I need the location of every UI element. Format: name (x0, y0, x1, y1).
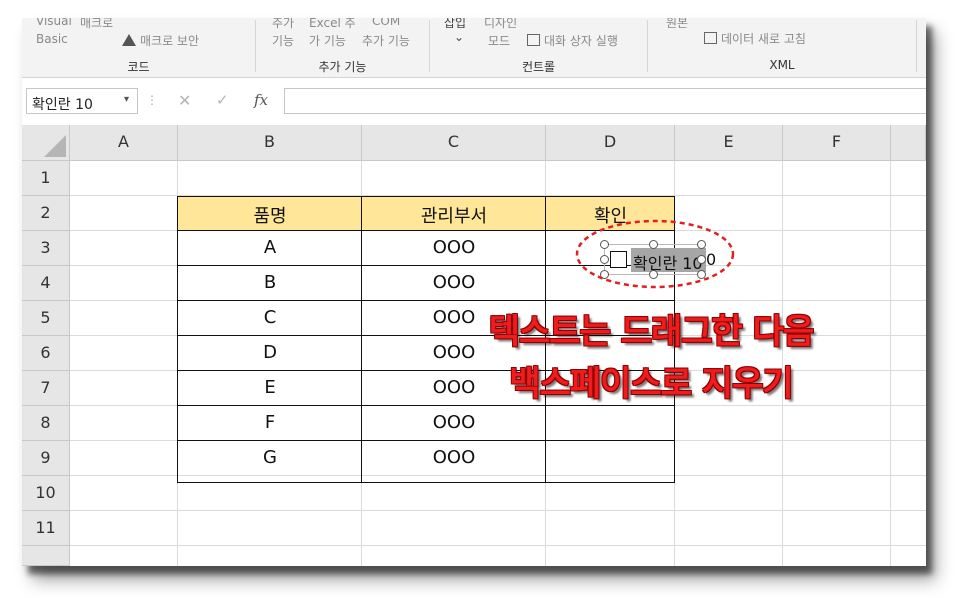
refresh-data-label: 데이터 새로 고침 (721, 32, 806, 46)
formula-bar-grip-icon[interactable]: ⋮ (146, 93, 158, 107)
column-header-f[interactable]: F (783, 125, 891, 161)
name-box-dropdown-icon[interactable]: ▾ (124, 94, 129, 105)
column-header-c[interactable]: C (362, 125, 546, 161)
cell-item-name[interactable]: F (178, 412, 362, 433)
run-dialog-button[interactable]: 대화 상자 실행 (527, 32, 618, 49)
design-mode-button-line2[interactable]: 모드 (488, 32, 510, 49)
name-box-value: 확인란 10 (32, 97, 93, 113)
name-box[interactable]: 확인란 10 ▾ (26, 88, 138, 114)
cell-department[interactable]: OOO (362, 447, 546, 468)
dialog-icon (527, 34, 540, 46)
visual-basic-button-line2[interactable]: Basic (36, 32, 68, 46)
row-header-7[interactable]: 7 (22, 371, 70, 406)
highlight-ellipse (575, 219, 735, 289)
group-separator (916, 20, 917, 72)
column-header-e[interactable]: E (675, 125, 783, 161)
run-dialog-label: 대화 상자 실행 (544, 34, 618, 48)
visual-basic-button-line1[interactable]: Visual (36, 18, 72, 28)
source-button[interactable]: 원본 (666, 18, 688, 31)
column-header-a[interactable]: A (70, 125, 178, 161)
row-header-8[interactable]: 8 (22, 406, 70, 441)
header-department[interactable]: 관리부서 (362, 202, 546, 228)
insert-dropdown-arrow[interactable]: ⌄ (454, 30, 464, 44)
group-label-code: 코드 (127, 60, 150, 74)
column-header-g-partial[interactable] (891, 125, 926, 161)
group-label-controls: 컨트롤 (521, 60, 556, 74)
refresh-data-button[interactable]: 데이터 새로 고침 (704, 30, 806, 47)
table-border (177, 440, 675, 441)
warning-icon (122, 34, 136, 46)
addin-button-line2[interactable]: 기능 (272, 32, 294, 49)
table-border (177, 300, 675, 301)
design-mode-button-line1[interactable]: 디자인 (484, 18, 517, 31)
cell-item-name[interactable]: B (178, 272, 362, 293)
addin-button-line1[interactable]: 추가 (272, 18, 294, 31)
ribbon: Visual Basic 매크로 매크로 보안 추가 기능 Excel 추 가 … (22, 18, 926, 78)
row-header-12-partial[interactable] (22, 546, 70, 566)
table-border (177, 482, 675, 483)
header-item-name[interactable]: 품명 (178, 202, 362, 228)
macro-security-label: 매크로 보안 (140, 34, 200, 48)
row-header-4[interactable]: 4 (22, 266, 70, 301)
enter-icon[interactable]: ✓ (216, 91, 229, 109)
cell-department[interactable]: OOO (362, 237, 546, 258)
column-header-b[interactable]: B (178, 125, 362, 161)
row-header-6[interactable]: 6 (22, 336, 70, 371)
instruction-callout: 텍스트는 드래그한 다음 백스페이스로 지우기 (436, 306, 866, 410)
com-addin-button-line1[interactable]: COM (372, 18, 400, 28)
row-header-11[interactable]: 11 (22, 511, 70, 546)
select-all-button[interactable] (22, 125, 70, 161)
cell-item-name[interactable]: A (178, 237, 362, 258)
row-header-5[interactable]: 5 (22, 301, 70, 336)
group-label-addins: 추가 기능 (318, 60, 367, 74)
cell-item-name[interactable]: D (178, 342, 362, 363)
column-header-d[interactable]: D (546, 125, 675, 161)
cell-item-name[interactable]: E (178, 377, 362, 398)
row-header-3[interactable]: 3 (22, 231, 70, 266)
table-border (177, 196, 675, 197)
formula-bar: 확인란 10 ▾ ⋮ ✕ ✓ fx (22, 88, 926, 116)
excel-window: Visual Basic 매크로 매크로 보안 추가 기능 Excel 추 가 … (22, 18, 926, 566)
cell-item-name[interactable]: G (178, 447, 362, 468)
row-header-9[interactable]: 9 (22, 441, 70, 476)
formula-input[interactable] (284, 88, 926, 114)
row-header-2[interactable]: 2 (22, 196, 70, 231)
excel-addin-button-line1[interactable]: Excel 추 (309, 18, 356, 31)
row-header-1[interactable]: 1 (22, 161, 70, 196)
cell-item-name[interactable]: C (178, 307, 362, 328)
macro-button[interactable]: 매크로 (80, 18, 113, 31)
refresh-data-icon (704, 32, 717, 44)
cell-department[interactable]: OOO (362, 412, 546, 433)
cell-department[interactable]: OOO (362, 272, 546, 293)
com-addin-button-line2[interactable]: 추가 기능 (362, 32, 410, 49)
cancel-icon[interactable]: ✕ (178, 91, 191, 110)
group-label-xml: XML (769, 58, 795, 72)
macro-security-button[interactable]: 매크로 보안 (122, 32, 199, 49)
callout-line-2: 백스페이스로 지우기 (509, 364, 793, 404)
excel-addin-button-line2[interactable]: 가 기능 (309, 32, 346, 49)
row-header-10[interactable]: 10 (22, 476, 70, 511)
insert-function-icon[interactable]: fx (254, 91, 268, 109)
callout-line-1: 텍스트는 드래그한 다음 (488, 312, 814, 352)
